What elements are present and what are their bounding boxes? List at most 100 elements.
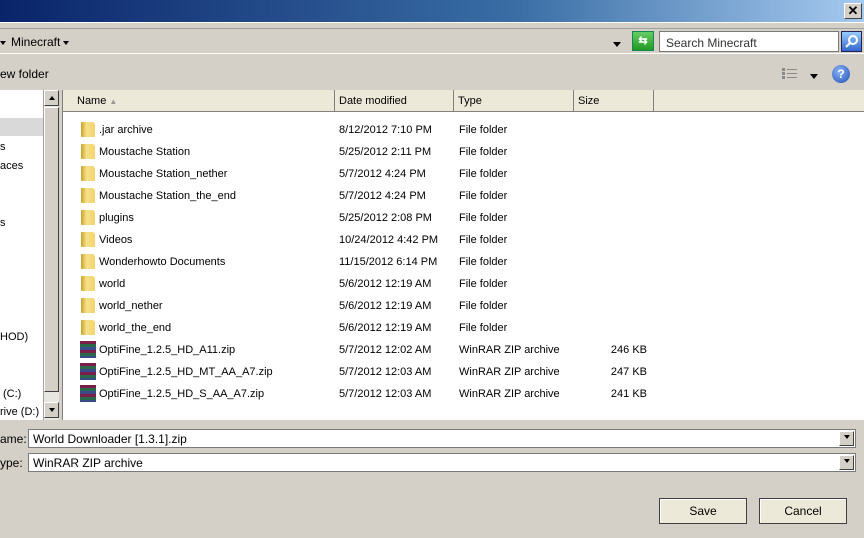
file-size: 241 KB [610,388,647,400]
help-icon[interactable]: ? [832,65,850,83]
file-type: File folder [459,300,508,312]
folder-icon [81,210,95,225]
cancel-button[interactable]: Cancel [759,498,847,524]
file-date: 5/6/2012 12:19 AM [339,278,432,290]
close-button[interactable]: ✕ [844,3,862,19]
nav-item[interactable]: aces [0,160,23,172]
refresh-icon[interactable]: ⇆ [632,31,654,51]
file-name: OptiFine_1.2.5_HD_A11.zip [99,344,236,356]
file-type: File folder [459,168,508,180]
nav-item-drive-d[interactable]: rive (D:) [0,406,39,418]
filename-value: World Downloader [1.3.1].zip [33,432,187,446]
column-header-type[interactable]: Type [454,90,574,112]
folder-icon [81,188,95,203]
file-type: File folder [459,234,508,246]
filename-dropdown-icon[interactable] [839,431,854,446]
file-row[interactable]: Moustache Station_nether 5/7/2012 4:24 P… [63,163,863,185]
file-name: Moustache Station [99,146,191,158]
scroll-up-button[interactable] [44,90,59,106]
new-folder-button[interactable]: ew folder [0,67,49,81]
save-type-select[interactable]: WinRAR ZIP archive [28,453,856,472]
filename-label: ame: [0,432,27,446]
file-size: 246 KB [610,344,647,356]
file-date: 5/7/2012 12:02 AM [339,344,432,356]
nav-scrollbar[interactable] [43,90,59,420]
file-name: Moustache Station_nether [99,168,228,180]
winrar-archive-icon [80,341,96,358]
file-type: WinRAR ZIP archive [459,388,560,400]
file-name: OptiFine_1.2.5_HD_MT_AA_A7.zip [99,366,273,378]
file-type: WinRAR ZIP archive [459,344,560,356]
file-type: File folder [459,278,508,290]
search-icon[interactable] [841,31,862,52]
address-history-dropdown-icon[interactable] [613,38,621,50]
winrar-archive-icon [80,363,96,380]
save-button[interactable]: Save [659,498,747,524]
sort-ascending-icon: ▲ [109,97,118,106]
file-name: world_the_end [99,322,172,334]
file-row[interactable]: world_the_end 5/6/2012 12:19 AM File fol… [63,317,863,339]
winrar-archive-icon [80,385,96,402]
file-size: 247 KB [610,366,647,378]
filename-input[interactable]: World Downloader [1.3.1].zip [28,429,856,448]
file-date: 5/7/2012 4:24 PM [339,168,426,180]
save-type-label: ype: [0,456,23,470]
file-date: 5/7/2012 12:03 AM [339,388,432,400]
navigation-pane: s aces s HOD) (C:) rive (D:) [0,90,43,420]
file-row[interactable]: .jar archive 8/12/2012 7:10 PM File fold… [63,119,863,141]
file-row[interactable]: OptiFine_1.2.5_HD_MT_AA_A7.zip 5/7/2012 … [63,361,863,383]
column-label: Name [77,95,107,107]
file-date: 5/7/2012 12:03 AM [339,366,432,378]
file-type: File folder [459,190,508,202]
file-row[interactable]: world_nether 5/6/2012 12:19 AM File fold… [63,295,863,317]
file-row[interactable]: OptiFine_1.2.5_HD_S_AA_A7.zip 5/7/2012 1… [63,383,863,405]
column-header-size[interactable]: Size [574,90,654,112]
view-details-icon[interactable] [782,67,798,83]
save-type-value: WinRAR ZIP archive [33,456,143,470]
nav-item-drive-c[interactable]: (C:) [3,388,21,400]
folder-icon [81,320,95,335]
file-name: world [99,278,126,290]
folder-icon [81,166,95,181]
file-name: Wonderhowto Documents [99,256,226,268]
scroll-down-button[interactable] [44,402,59,418]
file-row[interactable]: OptiFine_1.2.5_HD_A11.zip 5/7/2012 12:02… [63,339,863,361]
scroll-thumb[interactable] [44,107,59,392]
toolbar: ew folder ? [0,62,864,88]
file-date: 8/12/2012 7:10 PM [339,124,432,136]
file-row[interactable]: plugins 5/25/2012 2:08 PM File folder [63,207,863,229]
file-type: File folder [459,124,508,136]
nav-selected-item[interactable] [0,118,43,136]
file-type: File folder [459,256,508,268]
file-date: 5/25/2012 2:11 PM [339,146,432,158]
file-row[interactable]: Wonderhowto Documents 11/15/2012 6:14 PM… [63,251,863,273]
file-name: plugins [99,212,134,224]
save-type-dropdown-icon[interactable] [839,455,854,470]
file-date: 10/24/2012 4:42 PM [339,234,439,246]
search-input[interactable]: Search Minecraft [659,31,839,52]
file-date: 5/25/2012 2:08 PM [339,212,432,224]
nav-item[interactable]: HOD) [0,331,28,343]
address-bar: Minecraft ⇆ Search Minecraft [0,28,864,54]
file-row[interactable]: world 5/6/2012 12:19 AM File folder [63,273,863,295]
folder-icon [81,122,95,137]
file-row[interactable]: Moustache Station 5/25/2012 2:11 PM File… [63,141,863,163]
folder-icon [81,232,95,247]
file-row[interactable]: Moustache Station_the_end 5/7/2012 4:24 … [63,185,863,207]
column-header-date[interactable]: Date modified [335,90,454,112]
file-date: 5/7/2012 4:24 PM [339,190,426,202]
folder-icon [81,144,95,159]
title-bar: ✕ [0,0,864,23]
file-row[interactable]: Videos 10/24/2012 4:42 PM File folder [63,229,863,251]
file-date: 5/6/2012 12:19 AM [339,300,432,312]
column-header-filler [654,90,864,112]
breadcrumb-minecraft[interactable]: Minecraft [11,35,60,49]
column-header-name[interactable]: Name ▲ [63,90,335,112]
nav-item[interactable]: s [0,217,6,229]
breadcrumb-dropdown-icon[interactable] [63,35,69,49]
breadcrumb-chevron-icon[interactable] [0,35,6,49]
nav-item[interactable]: s [0,141,6,153]
file-name: world_nether [99,300,163,312]
file-list: Name ▲ Date modified Type Size .jar arch… [62,90,864,420]
view-dropdown-icon[interactable] [810,70,818,82]
